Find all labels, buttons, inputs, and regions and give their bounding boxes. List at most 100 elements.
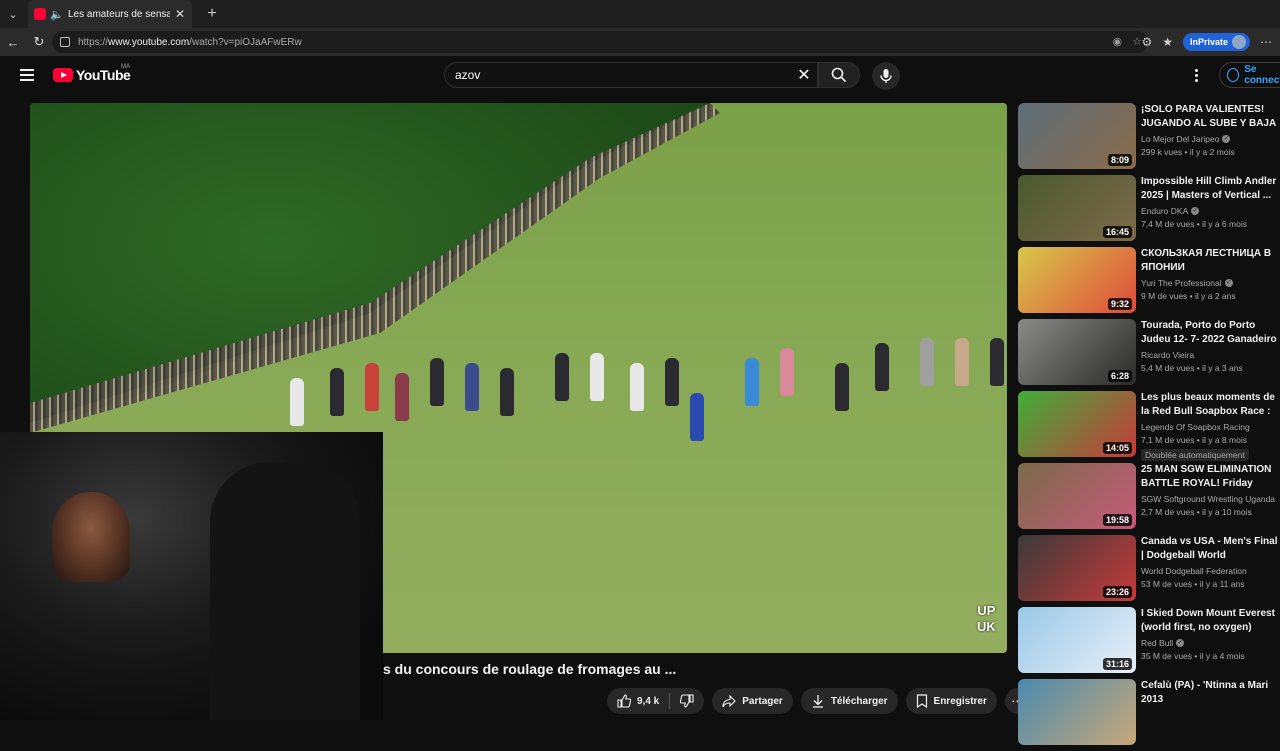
channel-name[interactable]: Red Bull <box>1141 638 1173 648</box>
recommendation-info: Tourada, Porto do Porto Judeu 12- 7- 202… <box>1141 319 1280 391</box>
recommendation-title[interactable]: СКОЛЬЗКАЯ ЛЕСТНИЦА В ЯПОНИИ <box>1141 247 1280 275</box>
video-duration: 16:45 <box>1102 226 1132 238</box>
channel-name[interactable]: World Dodgeball Federation <box>1141 566 1247 576</box>
recommendation-title[interactable]: Impossible Hill Climb Andler 2025 | Mast… <box>1141 175 1280 203</box>
video-thumbnail[interactable]: 31:16 <box>1018 607 1136 673</box>
recommendation-item[interactable]: 6:28 Tourada, Porto do Porto Judeu 12- 7-… <box>1018 319 1280 391</box>
channel-name[interactable]: Yuri The Professional <box>1141 278 1222 288</box>
reload-icon[interactable]: ↻ <box>26 28 52 56</box>
channel-name[interactable]: SGW Softground Wrestling Uganda <box>1141 494 1275 504</box>
channel-row: Yuri The Professional ✓ <box>1141 278 1280 288</box>
video-thumbnail[interactable]: 16:45 <box>1018 175 1136 241</box>
video-thumbnail[interactable]: 19:58 <box>1018 463 1136 529</box>
youtube-header: YouTube MA azov ✕ Se connecter <box>0 56 1280 96</box>
recommendation-item[interactable]: 23:26 Canada vs USA - Men's Final | Dodge… <box>1018 535 1280 607</box>
thumbs-up-icon <box>617 694 631 708</box>
recommendation-title[interactable]: Tourada, Porto do Porto Judeu 12- 7- 202… <box>1141 319 1280 347</box>
recommendation-item[interactable]: 16:45 Impossible Hill Climb Andler 2025 |… <box>1018 175 1280 247</box>
recommendation-item[interactable]: 14:05 Les plus beaux moments de la Red Bu… <box>1018 391 1280 463</box>
views-and-date: 2,7 M de vues • il y a 10 mois <box>1141 507 1252 517</box>
save-label: Enregistrer <box>933 695 987 707</box>
recommendation-info: Cefalù (PA) - 'Ntinna a Mari 2013 <box>1141 679 1280 751</box>
verified-check-icon: ✓ <box>1191 207 1200 215</box>
views-and-date: 53 M de vues • il y a 11 ans <box>1141 579 1245 589</box>
tracking-prevention-icon[interactable]: ◉ <box>1113 35 1123 48</box>
like-button[interactable]: 9,4 k <box>607 688 669 714</box>
recommendation-title[interactable]: ¡SOLO PARA VALIENTES! JUGANDO AL SUBE Y … <box>1141 103 1280 131</box>
channel-name[interactable]: Legends Of Soapbox Racing <box>1141 422 1250 432</box>
inprivate-badge[interactable]: InPrivate <box>1182 33 1250 51</box>
video-thumbnail[interactable]: 8:09 <box>1018 103 1136 169</box>
video-thumbnail[interactable] <box>1018 679 1136 745</box>
channel-row: Red Bull ✓ <box>1141 638 1280 648</box>
recommendation-item[interactable]: 8:09 ¡SOLO PARA VALIENTES! JUGANDO AL SUB… <box>1018 103 1280 175</box>
video-thumbnail[interactable]: 9:32 <box>1018 247 1136 313</box>
search-input[interactable]: azov ✕ <box>444 62 818 88</box>
runners-group <box>290 333 1007 453</box>
video-duration: 31:16 <box>1102 658 1132 670</box>
recommendation-item[interactable]: 9:32 СКОЛЬЗКАЯ ЛЕСТНИЦА В ЯПОНИИ Yuri The … <box>1018 247 1280 319</box>
tab-actions-chevron-icon[interactable]: ⌄ <box>0 0 26 28</box>
thumbs-down-icon <box>680 694 694 708</box>
views-and-date: 7,1 M de vues • il y a 8 mois <box>1141 435 1247 445</box>
download-icon <box>812 695 823 708</box>
channel-row: Enduro DKA ✓ <box>1141 206 1280 216</box>
channel-name[interactable]: Ricardo Vieira <box>1141 350 1194 360</box>
recommendation-info: 25 MAN SGW ELIMINATION BATTLE ROYAL! Fri… <box>1141 463 1280 535</box>
back-arrow-icon[interactable]: ← <box>0 28 26 56</box>
profile-avatar <box>1232 35 1246 49</box>
recommendations-sidebar: 8:09 ¡SOLO PARA VALIENTES! JUGANDO AL SUB… <box>1018 103 1280 751</box>
browser-menu-icon[interactable]: ⋯ <box>1260 35 1272 49</box>
recommendation-title[interactable]: I Skied Down Mount Everest (world first,… <box>1141 607 1280 635</box>
recommendation-title[interactable]: Les plus beaux moments de la Red Bull So… <box>1141 391 1280 419</box>
video-thumbnail[interactable]: 14:05 <box>1018 391 1136 457</box>
sign-in-button[interactable]: Se connecter <box>1219 62 1280 88</box>
youtube-favicon-icon <box>34 8 46 20</box>
search-button[interactable] <box>818 62 860 88</box>
save-button[interactable]: Enregistrer <box>905 688 997 714</box>
settings-kebab-icon[interactable] <box>1195 69 1199 82</box>
recommendation-item[interactable]: 19:58 25 MAN SGW ELIMINATION BATTLE ROYAL… <box>1018 463 1280 535</box>
webcam-overlay <box>0 432 383 720</box>
like-dislike-group: 9,4 k <box>607 688 705 714</box>
video-duration: 19:58 <box>1102 514 1132 526</box>
dislike-button[interactable] <box>670 688 704 714</box>
channel-row: Legends Of Soapbox Racing <box>1141 422 1280 432</box>
recommendation-title[interactable]: Canada vs USA - Men's Final | Dodgeball … <box>1141 535 1280 563</box>
search-query[interactable]: azov <box>455 68 791 82</box>
download-button[interactable]: Télécharger <box>800 688 898 714</box>
youtube-logo[interactable]: YouTube <box>53 67 131 83</box>
recommendation-item[interactable]: 31:16 I Skied Down Mount Everest (world f… <box>1018 607 1280 679</box>
close-tab-icon[interactable]: ✕ <box>174 7 186 21</box>
hamburger-menu-icon[interactable] <box>20 69 34 81</box>
favorites-icon[interactable]: ★ <box>1162 35 1173 49</box>
video-duration: 6:28 <box>1107 370 1132 382</box>
views-and-date: 35 M de vues • il y a 4 mois <box>1141 651 1245 661</box>
recommendation-info: Impossible Hill Climb Andler 2025 | Mast… <box>1141 175 1280 247</box>
account-circle-icon <box>1227 68 1240 82</box>
channel-row: Ricardo Vieira <box>1141 350 1280 360</box>
video-duration: 8:09 <box>1107 154 1132 166</box>
voice-search-button[interactable] <box>872 62 900 90</box>
speaker-icon[interactable]: 🔈 <box>50 8 64 21</box>
verified-check-icon: ✓ <box>1222 135 1231 143</box>
channel-name[interactable]: Lo Mejor Del Jaripeo <box>1141 134 1219 144</box>
recommendation-title[interactable]: 25 MAN SGW ELIMINATION BATTLE ROYAL! Fri… <box>1141 463 1280 491</box>
clear-search-icon[interactable]: ✕ <box>791 65 817 85</box>
channel-name[interactable]: Enduro DKA <box>1141 206 1188 216</box>
recommendation-item[interactable]: Cefalù (PA) - 'Ntinna a Mari 2013 <box>1018 679 1280 751</box>
video-thumbnail[interactable]: 23:26 <box>1018 535 1136 601</box>
channel-row: Lo Mejor Del Jaripeo ✓ <box>1141 134 1280 144</box>
share-arrow-icon <box>722 694 737 708</box>
browser-tab-active[interactable]: 🔈 Les amateurs de sensations fortes... ✕ <box>28 0 192 28</box>
country-code: MA <box>121 64 130 70</box>
video-duration: 23:26 <box>1102 586 1132 598</box>
share-button[interactable]: Partager <box>712 688 793 714</box>
video-thumbnail[interactable]: 6:28 <box>1018 319 1136 385</box>
recommendation-title[interactable]: Cefalù (PA) - 'Ntinna a Mari 2013 <box>1141 679 1280 707</box>
recommendation-info: Canada vs USA - Men's Final | Dodgeball … <box>1141 535 1280 607</box>
extensions-icon[interactable]: ⚙ <box>1141 35 1152 49</box>
address-bar[interactable]: https://www.youtube.com/watch?v=piOJaAFw… <box>52 31 1148 53</box>
new-tab-plus-icon[interactable]: + <box>202 5 222 23</box>
views-and-date: 299 k vues • il y a 2 mois <box>1141 147 1235 157</box>
